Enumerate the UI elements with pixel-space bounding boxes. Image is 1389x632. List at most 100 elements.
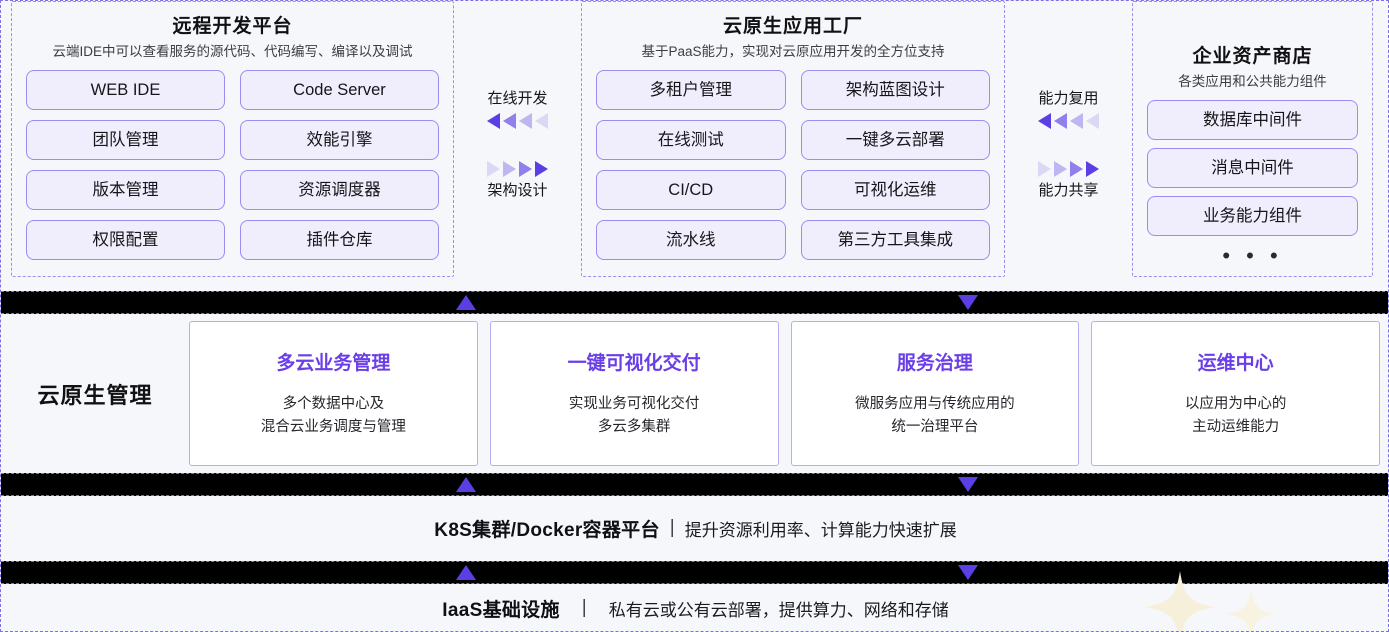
- stripe-content: IaaS基础设施 | 私有云或公有云部署，提供算力、网络和存储: [442, 595, 948, 622]
- triangle-right-icon: [1054, 161, 1067, 177]
- management-card-desc-line2: 统一治理平台: [891, 418, 979, 435]
- management-card-list: 多云业务管理 多个数据中心及 混合云业务调度与管理 一键可视化交付 实现业务可视…: [189, 321, 1388, 466]
- chip-visual-operations[interactable]: 可视化运维: [800, 170, 990, 210]
- triangle-right-icon: [1038, 161, 1051, 177]
- panel-subtitle: 基于PaaS能力，实现对云原应用开发的全方位支持: [641, 44, 945, 59]
- chip-architecture-blueprint-design[interactable]: 架构蓝图设计: [800, 70, 990, 110]
- triangle-down-icon: [958, 295, 978, 310]
- chip-pipeline[interactable]: 流水线: [596, 220, 786, 260]
- management-card-operations-center[interactable]: 运维中心 以应用为中心的 主动运维能力: [1091, 321, 1380, 466]
- panel-title: 企业资产商店: [1192, 46, 1313, 67]
- management-band-title: 云原生管理: [37, 382, 153, 408]
- chip-grid: 多租户管理 架构蓝图设计 在线测试 一键多云部署 CI/CD 可视化运维 流水线…: [596, 70, 990, 260]
- stripe-k8s-platform: K8S集群/Docker容器平台 | 提升资源利用率、计算能力快速扩展: [1, 496, 1388, 560]
- management-card-one-click-visual-delivery[interactable]: 一键可视化交付 实现业务可视化交付 多云多集群: [489, 321, 779, 466]
- management-card-title: 服务治理: [896, 352, 973, 374]
- chip-web-ide[interactable]: WEB IDE: [26, 70, 225, 110]
- management-card-desc-line1: 实现业务可视化交付: [568, 395, 700, 412]
- cloud-native-management-band: 云原生管理 多云业务管理 多个数据中心及 混合云业务调度与管理 一键可视化交付 …: [1, 315, 1388, 472]
- chip-permission-config[interactable]: 权限配置: [26, 220, 225, 260]
- triangle-up-icon: [456, 295, 476, 310]
- triangle-up-icon: [456, 477, 476, 492]
- chip-grid: WEB IDE Code Server 团队管理 效能引擎 版本管理 资源调度器…: [26, 70, 439, 260]
- connector-label: 能力复用: [1038, 90, 1099, 107]
- triangle-left-icon: [503, 113, 516, 129]
- connector-dev-design: 在线开发 架构设计: [454, 1, 581, 277]
- chip-team-management[interactable]: 团队管理: [26, 120, 225, 160]
- chip-efficiency-engine[interactable]: 效能引擎: [240, 120, 439, 160]
- triangle-left-icon: [519, 113, 532, 129]
- panel-title: 云原生应用工厂: [722, 16, 863, 37]
- stripe-strong-label: IaaS基础设施: [442, 599, 560, 621]
- stripe-normal-label: 提升资源利用率、计算能力快速扩展: [684, 520, 957, 540]
- chip-code-server[interactable]: Code Server: [240, 70, 439, 110]
- management-card-desc-line2: 主动运维能力: [1192, 418, 1280, 435]
- panel-subtitle: 各类应用和公共能力组件: [1178, 74, 1327, 89]
- divider-bar-top: [1, 291, 1388, 314]
- chip-plugin-repository[interactable]: 插件仓库: [240, 220, 439, 260]
- chip-database-middleware[interactable]: 数据库中间件: [1147, 100, 1358, 140]
- arrow-row-right: [487, 160, 548, 178]
- triangle-left-icon: [1070, 113, 1083, 129]
- triangle-right-icon: [487, 161, 500, 177]
- management-card-title: 一键可视化交付: [567, 352, 701, 374]
- triangle-up-icon: [456, 565, 476, 580]
- triangle-right-icon: [503, 161, 516, 177]
- management-card-desc-line2: 多云多集群: [597, 418, 671, 435]
- top-region: 远程开发平台 云端IDE中可以查看服务的源代码、代码编写、编译以及调试 WEB …: [1, 1, 1388, 291]
- connector-group-capability-reuse: 能力复用: [1038, 88, 1099, 132]
- triangle-down-icon: [958, 477, 978, 492]
- panel-enterprise-asset-store: 企业资产商店 各类应用和公共能力组件 数据库中间件 消息中间件 业务能力组件 •…: [1132, 1, 1373, 277]
- chip-version-management[interactable]: 版本管理: [26, 170, 225, 210]
- triangle-left-icon: [487, 113, 500, 129]
- management-card-service-governance[interactable]: 服务治理 微服务应用与传统应用的 统一治理平台: [790, 321, 1080, 466]
- connector-group-online-dev: 在线开发: [487, 88, 548, 132]
- panel-title: 远程开发平台: [172, 16, 293, 37]
- connector-reuse-share: 能力复用 能力共享: [1005, 1, 1132, 277]
- chip-one-click-multicloud-deploy[interactable]: 一键多云部署: [800, 120, 990, 160]
- panel-remote-dev-platform: 远程开发平台 云端IDE中可以查看服务的源代码、代码编写、编译以及调试 WEB …: [11, 1, 454, 277]
- management-card-title: 运维中心: [1197, 352, 1274, 374]
- chip-third-party-tool-integration[interactable]: 第三方工具集成: [800, 220, 990, 260]
- management-card-multicloud-business[interactable]: 多云业务管理 多个数据中心及 混合云业务调度与管理: [189, 321, 478, 466]
- connector-label: 在线开发: [487, 90, 548, 107]
- arrow-row-left: [487, 112, 548, 130]
- chip-business-capability-component[interactable]: 业务能力组件: [1147, 196, 1358, 236]
- arrow-row-left: [1038, 112, 1099, 130]
- panel-subtitle: 云端IDE中可以查看服务的源代码、代码编写、编译以及调试: [52, 44, 413, 59]
- triangle-right-icon: [535, 161, 548, 177]
- triangle-right-icon: [1070, 161, 1083, 177]
- chip-ci-cd[interactable]: CI/CD: [596, 170, 786, 210]
- connector-group-capability-sharing: 能力共享: [1038, 158, 1099, 202]
- management-card-desc-line1: 以应用为中心的: [1184, 395, 1287, 412]
- stripe-strong-label: K8S集群/Docker容器平台: [434, 519, 660, 541]
- management-card-desc-line1: 微服务应用与传统应用的: [855, 395, 1015, 412]
- chip-multi-tenant-management[interactable]: 多租户管理: [596, 70, 786, 110]
- triangle-left-icon: [1038, 113, 1051, 129]
- stripe-separator: |: [581, 597, 587, 618]
- chip-online-testing[interactable]: 在线测试: [596, 120, 786, 160]
- chip-resource-scheduler[interactable]: 资源调度器: [240, 170, 439, 210]
- arrow-row-right: [1038, 160, 1099, 178]
- management-card-title: 多云业务管理: [276, 352, 391, 374]
- stripe-content: K8S集群/Docker容器平台 | 提升资源利用率、计算能力快速扩展: [434, 515, 956, 542]
- connector-group-architecture-design: 架构设计: [487, 158, 548, 202]
- panel-cloud-native-app-factory: 云原生应用工厂 基于PaaS能力，实现对云原应用开发的全方位支持 多租户管理 架…: [581, 1, 1005, 277]
- triangle-left-icon: [1054, 113, 1067, 129]
- divider-bar-bottom: [1, 561, 1388, 584]
- chip-message-middleware[interactable]: 消息中间件: [1147, 148, 1358, 188]
- stripe-iaas-infrastructure: IaaS基础设施 | 私有云或公有云部署，提供算力、网络和存储: [1, 584, 1388, 631]
- connector-label: 能力共享: [1038, 182, 1099, 199]
- stripe-normal-label: 私有云或公有云部署，提供算力、网络和存储: [608, 600, 949, 620]
- connector-label: 架构设计: [487, 182, 548, 199]
- more-items-ellipsis: • • •: [1222, 243, 1283, 268]
- triangle-down-icon: [958, 565, 978, 580]
- triangle-right-icon: [1086, 161, 1099, 177]
- triangle-left-icon: [1086, 113, 1099, 129]
- triangle-right-icon: [519, 161, 532, 177]
- chip-grid: 数据库中间件 消息中间件 业务能力组件: [1147, 100, 1358, 236]
- triangle-left-icon: [535, 113, 548, 129]
- management-card-desc-line2: 混合云业务调度与管理: [260, 418, 406, 435]
- divider-bar-middle: [1, 473, 1388, 496]
- management-card-desc-line1: 多个数据中心及: [282, 395, 385, 412]
